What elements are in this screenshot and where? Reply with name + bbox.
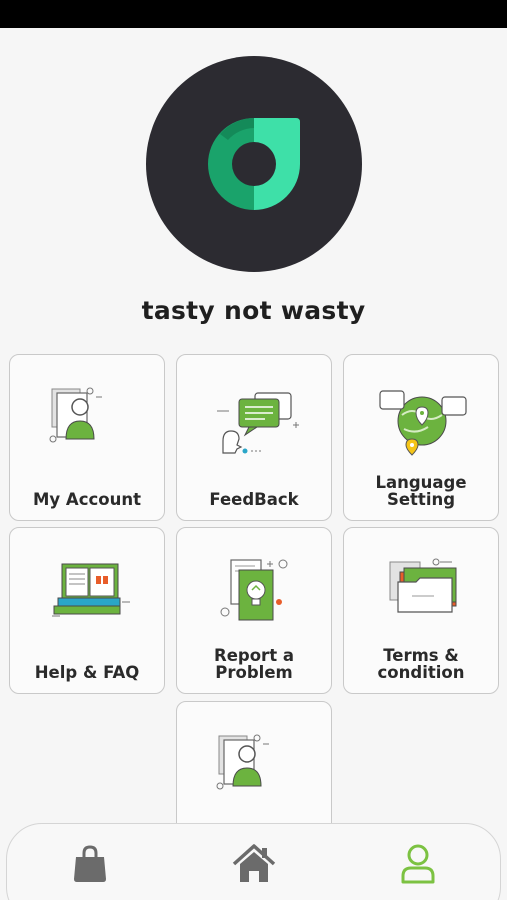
report-problem-tile[interactable]: Report a Problem: [176, 527, 332, 694]
feedback-chat-icon: [217, 392, 299, 454]
app-logo: [146, 56, 362, 272]
tasty-not-wasty-logo-icon: [208, 118, 300, 210]
nav-home[interactable]: [230, 842, 278, 886]
tile-label: Report a Problem: [214, 646, 294, 682]
nav-profile[interactable]: [394, 842, 442, 886]
account-profile-icon: [216, 734, 269, 790]
nav-shop[interactable]: [66, 842, 114, 886]
help-faq-tile[interactable]: Help & FAQ: [9, 527, 165, 694]
tile-label: Language Setting: [375, 473, 467, 509]
profile-icon: [401, 844, 435, 884]
tile-label: Help & FAQ: [34, 663, 140, 682]
language-setting-tile[interactable]: Language Setting: [343, 354, 499, 521]
home-icon: [232, 844, 276, 882]
tile-label: My Account: [33, 490, 141, 509]
bottom-navigation: [6, 823, 501, 900]
books-help-icon: [52, 563, 130, 617]
folder-terms-icon: [389, 558, 457, 613]
status-bar: [0, 0, 507, 28]
tile-label: FeedBack: [209, 490, 299, 509]
tile-label: Terms & condition: [377, 646, 465, 682]
globe-language-icon: [379, 390, 467, 456]
feedback-tile[interactable]: FeedBack: [176, 354, 332, 521]
report-problem-icon: [220, 559, 288, 621]
app-title: tasty not wasty: [141, 296, 366, 325]
shopping-bag-icon: [74, 845, 106, 882]
terms-condition-tile[interactable]: Terms & condition: [343, 527, 499, 694]
my-account-tile[interactable]: My Account: [9, 354, 165, 521]
account-profile-icon: [49, 387, 102, 443]
